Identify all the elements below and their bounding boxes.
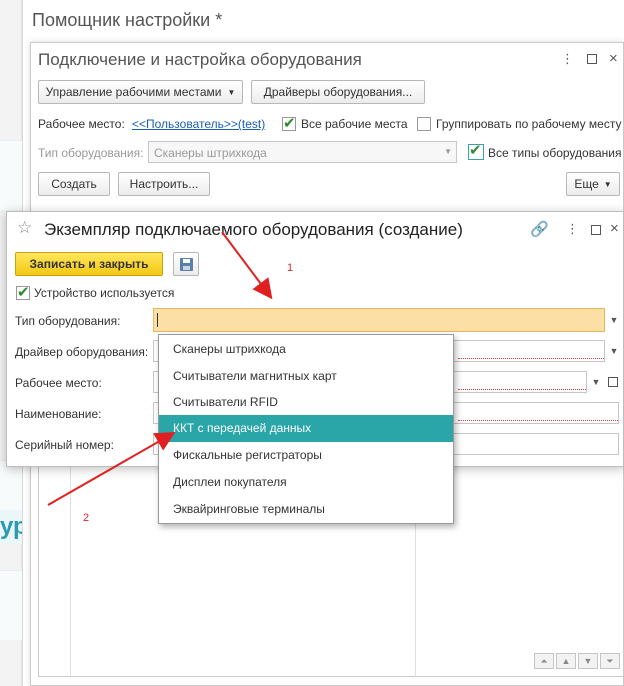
arrow-2 <box>47 432 176 506</box>
annotation-2: 2 <box>83 512 90 524</box>
annotation-1: 1 <box>287 262 294 274</box>
annotation-arrows <box>47 231 273 506</box>
arrow-1 <box>221 231 273 300</box>
